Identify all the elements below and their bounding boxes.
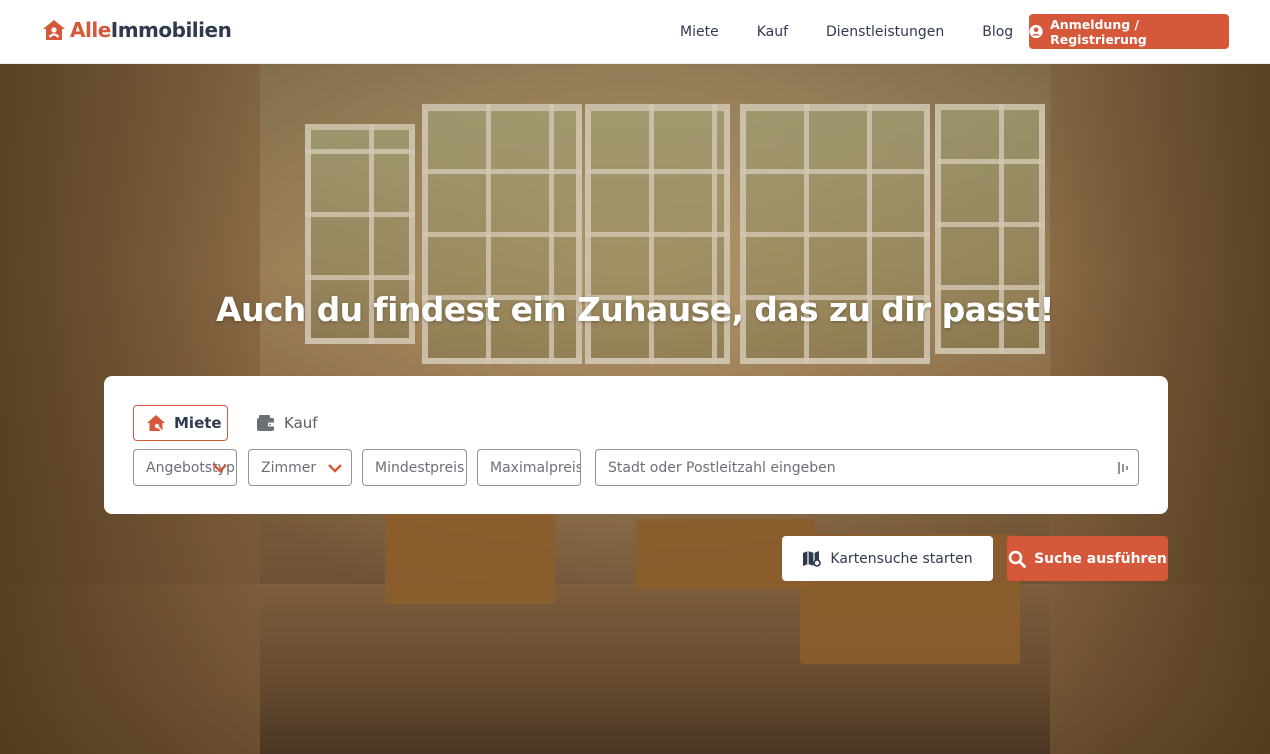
logo-text: AlleImmobilien: [70, 18, 232, 42]
top-header: AlleImmobilien Miete Kauf Dienstleistung…: [0, 0, 1270, 64]
tab-kauf[interactable]: Kauf: [256, 405, 318, 441]
rooms-select[interactable]: Zimmer: [248, 449, 352, 486]
autofill-icon: [1118, 462, 1128, 474]
min-price-placeholder: Mindestpreis: [375, 459, 465, 476]
logo-part-2: Immobilien: [110, 18, 232, 42]
nav-item-kauf[interactable]: Kauf: [757, 24, 788, 40]
login-register-button[interactable]: Anmeldung / Registrierung: [1029, 14, 1229, 49]
chevron-down-icon: [328, 464, 342, 473]
rooms-value: Zimmer: [261, 459, 317, 476]
user-circle-icon: [1029, 24, 1043, 39]
search-card: Miete Kauf Angebotstyp Zimmer Mindestpre…: [104, 376, 1168, 514]
nav-item-blog[interactable]: Blog: [982, 24, 1013, 40]
logo-part-1: Alle: [70, 18, 111, 42]
tab-miete[interactable]: Miete: [133, 405, 228, 441]
wallet-icon: [257, 415, 274, 431]
map-search-label: Kartensuche starten: [830, 550, 973, 567]
map-icon: [803, 550, 822, 567]
house-logo-icon: [43, 20, 65, 40]
tab-miete-label: Miete: [174, 414, 222, 432]
main-nav: Miete Kauf Dienstleistungen Blog: [680, 0, 1051, 64]
tab-kauf-label: Kauf: [284, 414, 318, 432]
max-price-placeholder: Maximalpreis: [490, 459, 581, 476]
search-icon: [1008, 550, 1026, 568]
nav-item-dienstleistungen[interactable]: Dienstleistungen: [826, 24, 944, 40]
login-register-label: Anmeldung / Registrierung: [1050, 16, 1147, 47]
nav-item-miete[interactable]: Miete: [680, 24, 719, 40]
map-search-button[interactable]: Kartensuche starten: [782, 536, 993, 581]
max-price-input[interactable]: Maximalpreis: [477, 449, 581, 486]
logo[interactable]: AlleImmobilien: [42, 18, 232, 42]
min-price-input[interactable]: Mindestpreis: [362, 449, 467, 486]
hero-section: Auch du findest ein Zuhause, das zu dir …: [0, 64, 1270, 754]
house-key-icon: [147, 415, 165, 432]
hero-headline: Auch du findest ein Zuhause, das zu dir …: [216, 290, 1055, 329]
city-zip-placeholder: Stadt oder Postleitzahl eingeben: [608, 459, 836, 476]
search-submit-button[interactable]: Suche ausführen: [1007, 536, 1168, 581]
chevron-down-icon: [213, 464, 227, 473]
search-submit-label: Suche ausführen: [1034, 550, 1167, 567]
offer-type-select[interactable]: Angebotstyp: [133, 449, 237, 486]
city-zip-input[interactable]: Stadt oder Postleitzahl eingeben: [595, 449, 1139, 486]
